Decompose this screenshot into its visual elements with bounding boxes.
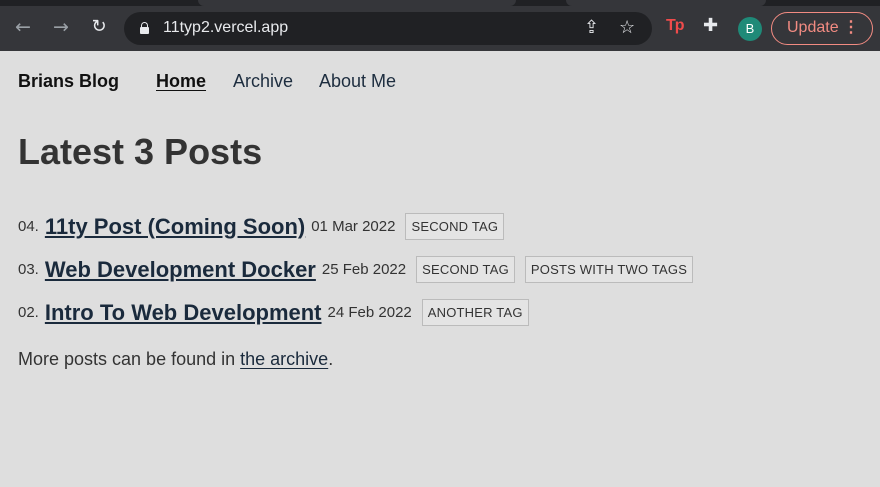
- kebab-menu-icon[interactable]: ⋮: [843, 13, 859, 43]
- tag-badge[interactable]: ANOTHER TAG: [421, 299, 529, 326]
- page-title: Latest 3 Posts: [18, 131, 263, 172]
- nav-archive[interactable]: Archive: [233, 71, 293, 92]
- update-label: Update: [787, 19, 839, 36]
- update-button[interactable]: Update ⋮: [771, 12, 873, 45]
- post-list: 04. 11ty Post (Coming Soon) 01 Mar 2022 …: [18, 205, 878, 334]
- post-date: 25 Feb 2022: [321, 261, 407, 278]
- address-bar[interactable]: 11typ2.vercel.app ⇪ ☆: [124, 12, 652, 45]
- archive-link[interactable]: the archive: [240, 349, 328, 369]
- extension-tp-icon[interactable]: Tp: [666, 17, 685, 35]
- avatar[interactable]: B: [738, 17, 762, 41]
- browser-toolbar: ← → ↻ 11typ2.vercel.app ⇪ ☆ Tp ✚ B Updat…: [0, 0, 880, 51]
- reload-icon[interactable]: ↻: [88, 16, 110, 38]
- post-title-link[interactable]: Intro To Web Development: [45, 300, 322, 326]
- post-title-link[interactable]: Web Development Docker: [45, 257, 316, 283]
- archive-note-text: More posts can be found in: [18, 349, 241, 369]
- archive-note-suffix: .: [328, 349, 334, 369]
- tag-badge[interactable]: POSTS WITH TWO TAGS: [524, 256, 694, 283]
- forward-arrow-icon[interactable]: →: [50, 16, 72, 38]
- post-number: 02.: [18, 304, 39, 321]
- share-icon[interactable]: ⇪: [584, 18, 599, 38]
- browser-tab[interactable]: [566, 0, 766, 6]
- post-number: 04.: [18, 218, 39, 235]
- tag-badge[interactable]: SECOND TAG: [416, 256, 515, 283]
- post-number: 03.: [18, 261, 39, 278]
- tag-badge[interactable]: SECOND TAG: [405, 213, 505, 240]
- page-content: Brians Blog Home Archive About Me Latest…: [0, 51, 880, 487]
- lock-icon[interactable]: [140, 22, 149, 34]
- nav-about-me[interactable]: About Me: [319, 71, 396, 92]
- puzzle-icon[interactable]: ✚: [703, 16, 723, 36]
- back-arrow-icon[interactable]: ←: [12, 16, 34, 38]
- url-text[interactable]: 11typ2.vercel.app: [163, 19, 288, 37]
- site-brand[interactable]: Brians Blog: [18, 71, 119, 92]
- browser-tab[interactable]: [198, 0, 516, 6]
- list-item: 04. 11ty Post (Coming Soon) 01 Mar 2022 …: [18, 205, 878, 248]
- star-icon[interactable]: ☆: [619, 18, 635, 38]
- list-item: 03. Web Development Docker 25 Feb 2022 S…: [18, 248, 878, 291]
- post-date: 01 Mar 2022: [311, 218, 396, 235]
- list-item: 02. Intro To Web Development 24 Feb 2022…: [18, 291, 878, 334]
- nav-home[interactable]: Home: [156, 71, 206, 92]
- post-title-link[interactable]: 11ty Post (Coming Soon): [45, 214, 305, 240]
- post-date: 24 Feb 2022: [327, 304, 412, 321]
- archive-note: More posts can be found in the archive.: [18, 349, 333, 370]
